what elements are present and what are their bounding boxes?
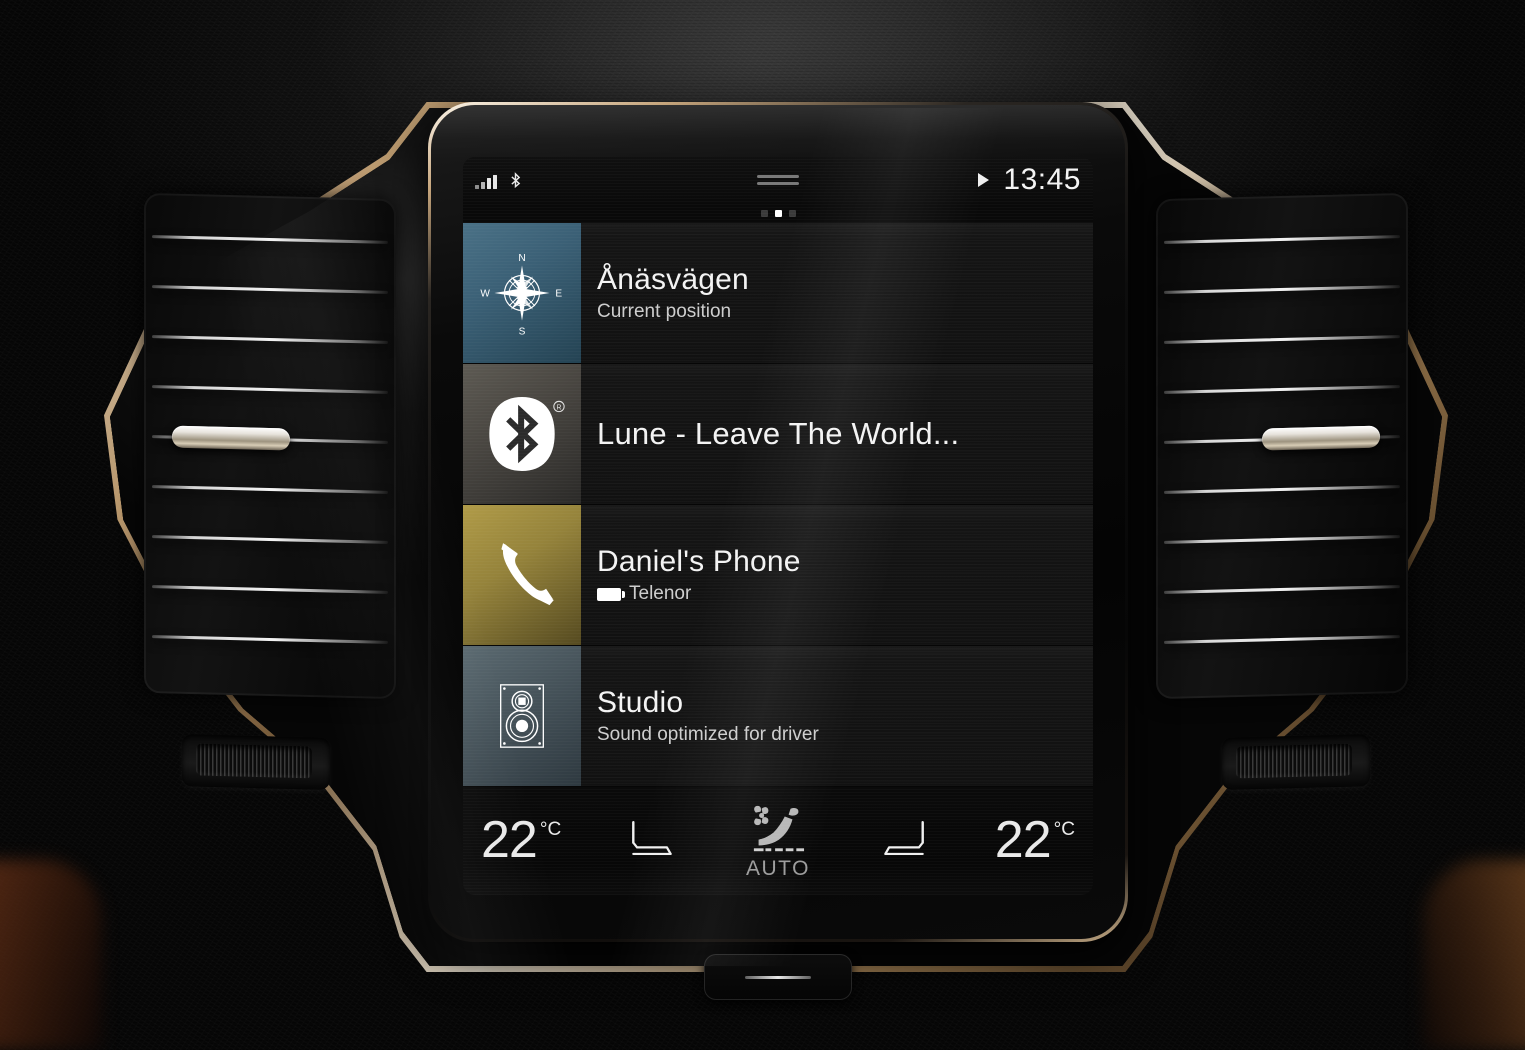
screen-glare [431,105,1125,161]
infotainment-display: 13:45 N S E W Ånäsvägen Current position… [431,105,1125,939]
play-icon [978,173,990,187]
page-dot-1[interactable] [760,209,768,217]
tile-phone-carrier: Telenor [629,583,692,605]
vent-knob-right[interactable] [1236,743,1352,779]
svg-text:S: S [519,326,526,337]
vent-knob-left[interactable] [196,743,312,779]
svg-text:E: E [555,289,562,300]
clock: 13:45 [1003,163,1081,196]
vent-knob-recess-right [1222,734,1370,790]
page-dot-3[interactable] [788,209,796,217]
bluetooth-icon [509,171,522,189]
tile-phone-subtitle-row: Telenor [597,583,1093,605]
auto-climate-button[interactable]: AUTO [742,803,814,879]
tile-sound-title: Studio [597,685,684,719]
passenger-temperature-value: 22 [994,811,1052,870]
touchscreen[interactable]: 13:45 N S E W Ånäsvägen Current position… [463,157,1093,895]
vent-knob-recess-left [182,734,330,790]
tile-media-text: Lune - Leave The World... [581,364,1093,504]
passenger-temperature-unit: °C [1053,819,1075,841]
wood-trim-left [0,860,102,1050]
battery-icon [597,587,625,601]
air-vent-right[interactable] [1156,192,1408,700]
driver-seat-heater-button[interactable] [624,816,680,867]
svg-text:W: W [480,289,490,300]
page-dot-2[interactable] [774,209,782,217]
auto-climate-seat-icon [753,805,805,852]
tile-media[interactable]: R Lune - Leave The World... [463,364,1093,505]
climate-bar: 22 °C AUTO 22 °C [463,793,1093,895]
passenger-temperature[interactable]: 22 °C [994,811,1075,870]
driver-temperature-unit: °C [539,819,562,841]
driver-temperature[interactable]: 22 °C [481,811,562,870]
svg-text:N: N [518,253,525,264]
phone-handset-icon [463,505,581,645]
tile-navigation-subtitle: Current position [597,301,732,323]
compass-rose-icon: N S E W [463,223,581,363]
tile-sound-subtitle: Sound optimized for driver [597,724,819,746]
page-indicator[interactable] [463,203,1093,223]
signal-bars-icon [475,174,497,189]
status-bar: 13:45 [463,157,1093,203]
home-tiles: N S E W Ånäsvägen Current position R Lun… [463,223,1093,793]
air-vent-left[interactable] [144,192,396,700]
driver-temperature-value: 22 [481,811,538,870]
infotainment-display-bezel: 13:45 N S E W Ånäsvägen Current position… [428,102,1128,1000]
tile-media-title: Lune - Leave The World... [597,416,960,452]
center-console: 13:45 N S E W Ånäsvägen Current position… [96,96,1456,1000]
home-button-dash [745,975,811,979]
vent-slider-left[interactable] [172,425,290,451]
dashboard-scene: 13:45 N S E W Ånäsvägen Current position… [0,0,1525,1050]
tile-sound-text: Studio Sound optimized for driver [581,646,1093,786]
bluetooth-icon: R [463,364,581,504]
tile-navigation-text: Ånäsvägen Current position [581,223,1093,363]
tile-phone[interactable]: Daniel's Phone Telenor [463,505,1093,646]
passenger-seat-heater-button[interactable] [876,816,932,867]
tile-navigation-title: Ånäsvägen [597,262,749,296]
tile-sound[interactable]: Studio Sound optimized for driver [463,646,1093,787]
speaker-icon [463,646,581,786]
auto-label: AUTO [746,857,810,880]
tile-phone-text: Daniel's Phone Telenor [581,505,1093,645]
home-button[interactable] [704,954,852,1000]
svg-text:R: R [556,404,561,411]
vent-slider-right[interactable] [1262,425,1380,451]
tile-navigation[interactable]: N S E W Ånäsvägen Current position [463,223,1093,364]
tile-phone-title: Daniel's Phone [597,544,801,578]
